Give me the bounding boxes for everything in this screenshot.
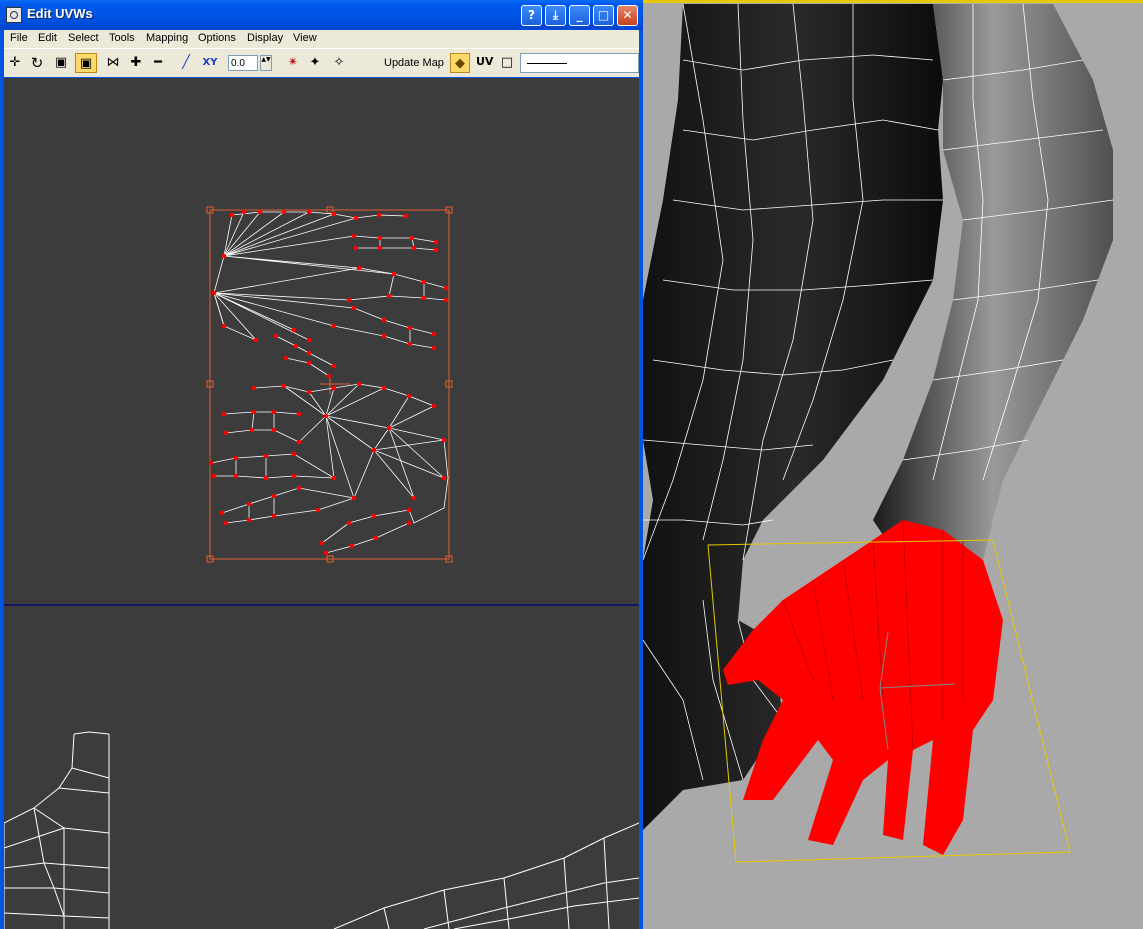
snap-icon[interactable]: ✦ xyxy=(306,53,324,73)
scale-icon[interactable]: ▣ xyxy=(52,53,70,73)
uv-body-mesh xyxy=(4,731,639,929)
line-tool-icon[interactable]: ╱ xyxy=(177,53,195,73)
title-bar[interactable]: Edit UVWs ? ⤓ _ □ ✕ xyxy=(0,0,643,30)
contract-selection-icon[interactable]: ━ xyxy=(149,53,167,73)
menu-options[interactable]: Options xyxy=(198,32,236,44)
pick-icon[interactable]: ✴ xyxy=(284,53,302,73)
menu-select[interactable]: Select xyxy=(68,32,99,44)
app-icon xyxy=(6,7,22,23)
menu-file[interactable]: File xyxy=(10,32,28,44)
window-square-icon[interactable]: □ xyxy=(500,53,514,73)
uv-vertices[interactable] xyxy=(208,209,449,556)
value-input[interactable] xyxy=(228,55,258,71)
menu-mapping[interactable]: Mapping xyxy=(146,32,188,44)
value-spinner[interactable]: ▲▼ xyxy=(260,55,272,71)
edit-uvws-window: Edit UVWs ? ⤓ _ □ ✕ File Edit Select Too… xyxy=(0,0,643,929)
window-title: Edit UVWs xyxy=(27,6,93,21)
canvas-divider xyxy=(4,604,639,606)
menu-bar: File Edit Select Tools Mapping Options D… xyxy=(4,30,639,48)
uv-lower-cluster xyxy=(210,383,449,554)
uv-editor-canvas[interactable] xyxy=(4,78,639,929)
uv-mesh-layer xyxy=(4,206,639,929)
help-button[interactable]: ? xyxy=(521,5,542,26)
line-style-dropdown[interactable] xyxy=(520,53,639,73)
restore-down-icon[interactable]: ⤓ xyxy=(545,5,566,26)
active-viewport-border xyxy=(643,0,1143,3)
pivot-cross[interactable] xyxy=(320,374,350,394)
update-map-button[interactable]: Update Map xyxy=(384,57,444,69)
freeform-mode-icon[interactable]: ▣ xyxy=(75,53,97,73)
desktop: Edit UVWs ? ⤓ _ □ ✕ File Edit Select Too… xyxy=(0,0,1143,929)
menu-edit[interactable]: Edit xyxy=(38,32,57,44)
maximize-button[interactable]: □ xyxy=(593,5,614,26)
menu-display[interactable]: Display xyxy=(247,32,283,44)
minimize-button[interactable]: _ xyxy=(569,5,590,26)
uv-axis-dropdown[interactable]: UV xyxy=(476,55,493,68)
toolbar: ✛ ↻ ▣ ▣ ⋈ ✚ ━ ╱ XY ▲▼ ✴ ✦ ✧ Update Map ◆… xyxy=(4,48,639,77)
xy-toggle-button[interactable]: XY xyxy=(199,53,221,73)
expand-selection-icon[interactable]: ✚ xyxy=(127,53,145,73)
menu-tools[interactable]: Tools xyxy=(109,32,135,44)
mirror-icon[interactable]: ⋈ xyxy=(103,53,123,73)
menu-view[interactable]: View xyxy=(293,32,317,44)
3d-viewport[interactable] xyxy=(643,0,1143,929)
close-button[interactable]: ✕ xyxy=(617,5,638,26)
rotate-icon[interactable]: ↻ xyxy=(28,53,46,73)
move-icon[interactable]: ✛ xyxy=(6,53,24,73)
paste-icon[interactable]: ✧ xyxy=(330,53,348,73)
viewport-scene xyxy=(643,3,1114,863)
cube-map-icon[interactable]: ◆ xyxy=(450,53,470,73)
